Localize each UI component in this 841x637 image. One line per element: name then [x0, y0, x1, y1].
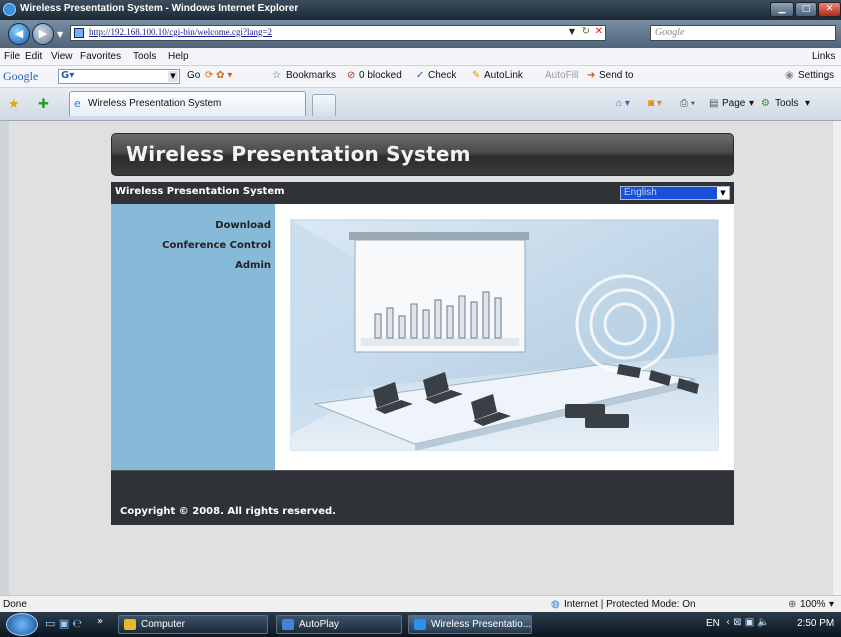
language-select[interactable]: English ▼: [620, 186, 730, 200]
history-dropdown-icon[interactable]: ▼: [57, 30, 63, 39]
bookmarks-button[interactable]: Bookmarks: [286, 70, 336, 81]
nav-admin[interactable]: Admin: [235, 260, 271, 271]
tab-active-label: Wireless Presentation System: [88, 98, 222, 109]
google-toolbar: Google G▾ ▼ Go ⟳ ✿ ▾ ☆ Bookmarks ⊘ 0 blo…: [0, 66, 841, 88]
settings-icon: ◉: [785, 70, 794, 81]
spellcheck-icon: ✓: [416, 70, 425, 81]
menu-help[interactable]: Help: [168, 51, 189, 62]
copyright-text: Copyright © 2008. All rights reserved.: [120, 506, 336, 517]
maximize-button[interactable]: □: [795, 2, 817, 17]
check-button[interactable]: Check: [428, 70, 456, 81]
menu-bar: File Edit View Favorites Tools Help Link…: [0, 48, 841, 66]
sidebar-nav: Download Conference Control Admin: [111, 204, 275, 470]
tab-ie-icon: e: [74, 97, 81, 110]
banner-title: Wireless Presentation System: [126, 142, 471, 166]
menu-tools[interactable]: Tools: [133, 51, 156, 62]
address-toolbar: ◀ ▶ ▼ http://192.168.100.10/cgi-bin/welc…: [0, 20, 841, 48]
search-placeholder: Google: [655, 27, 685, 38]
page-menu-arrow-icon[interactable]: ▾: [749, 98, 754, 109]
page-icon-small: ▤: [709, 98, 719, 109]
google-logo: Google: [3, 69, 39, 83]
print-icon[interactable]: ⎙ ▾: [680, 98, 695, 109]
page-header-bar: Wireless Presentation System English ▼: [111, 182, 734, 204]
address-dropdown-icon[interactable]: ▼: [569, 27, 575, 36]
menu-favorites[interactable]: Favorites: [80, 51, 121, 62]
autofill-button[interactable]: AutoFill: [545, 70, 578, 81]
window-title: Wireless Presentation System - Windows I…: [20, 3, 299, 14]
stop-icon[interactable]: ✕: [595, 26, 603, 37]
language-selected: English: [624, 187, 657, 198]
taskbar: ▭ ▣ ℮ » Computer AutoPlay Wireless Prese…: [0, 612, 841, 637]
add-favorite-icon[interactable]: ✚: [38, 96, 49, 112]
autolink-icon: ✎: [472, 70, 481, 81]
links-button[interactable]: Links: [812, 51, 835, 62]
menu-view[interactable]: View: [51, 51, 73, 62]
autolink-button[interactable]: AutoLink: [484, 70, 523, 81]
tools-menu[interactable]: Tools: [775, 98, 798, 109]
address-url-text: http://192.168.100.10/cgi-bin/welcome.cg…: [89, 27, 273, 37]
send-to-button[interactable]: Send to: [599, 70, 633, 81]
ie-logo-icon: [3, 3, 16, 16]
send-icon: ➜: [587, 70, 596, 81]
nav-download[interactable]: Download: [215, 220, 271, 231]
chevron-down-icon[interactable]: ▼: [717, 187, 729, 199]
close-window-button[interactable]: ✕: [818, 2, 841, 17]
forward-button[interactable]: ▶: [32, 23, 54, 45]
zoom-dropdown-icon[interactable]: ▾: [829, 599, 834, 610]
content-area: [275, 204, 734, 470]
start-button[interactable]: [6, 613, 38, 636]
settings-button[interactable]: Settings: [798, 70, 834, 81]
page-menu[interactable]: Page: [722, 98, 745, 109]
quick-launch-icons[interactable]: ▭ ▣ ℮: [45, 617, 82, 630]
taskbar-item-ie[interactable]: Wireless Presentatio...: [408, 615, 532, 634]
minimize-button[interactable]: ▁: [770, 2, 794, 17]
taskbar-item-autoplay[interactable]: AutoPlay: [276, 615, 402, 634]
quick-launch-overflow-icon[interactable]: »: [97, 616, 103, 627]
star-icon[interactable]: ☆: [272, 70, 281, 81]
google-extra-icons[interactable]: ⟳ ✿ ▾: [205, 70, 232, 81]
zoom-level[interactable]: 100%: [800, 599, 826, 610]
popup-blocker-icon: ⊘: [347, 70, 356, 81]
google-search-box[interactable]: G▾ ▼: [58, 69, 180, 84]
new-tab-button[interactable]: [312, 94, 336, 116]
nav-conference-control[interactable]: Conference Control: [162, 240, 271, 251]
menu-edit[interactable]: Edit: [25, 51, 42, 62]
search-icon[interactable]: ⌕: [822, 27, 828, 41]
address-input[interactable]: http://192.168.100.10/cgi-bin/welcome.cg…: [70, 25, 606, 41]
window-title-bar: Wireless Presentation System - Windows I…: [0, 0, 841, 20]
vertical-scrollbar[interactable]: [832, 121, 841, 595]
back-button[interactable]: ◀: [8, 23, 30, 45]
tools-gear-icon: ⚙: [761, 98, 770, 109]
zoom-icon: ⊕: [788, 599, 797, 610]
google-g-icon: G▾: [61, 70, 75, 81]
tab-bar: ★ ✚ e Wireless Presentation System ⌂ ▾ ◙…: [0, 88, 841, 121]
tab-active[interactable]: e Wireless Presentation System: [69, 91, 306, 116]
page-icon: [74, 28, 84, 38]
input-language[interactable]: EN: [706, 618, 720, 629]
tray-icons[interactable]: ‹ ⊠ ▣ 🔈: [726, 617, 770, 628]
favorites-star-icon[interactable]: ★: [8, 96, 20, 112]
status-bar: Done ◍ Internet | Protected Mode: On ⊕ 1…: [0, 595, 841, 612]
google-dropdown-icon[interactable]: ▼: [168, 71, 178, 82]
blocked-count[interactable]: 0 blocked: [359, 70, 402, 81]
status-text: Done: [3, 599, 27, 610]
header-title: Wireless Presentation System: [115, 186, 285, 197]
security-zone[interactable]: Internet | Protected Mode: On: [564, 599, 696, 610]
home-icon[interactable]: ⌂ ▾: [616, 98, 630, 109]
conference-room-illustration: [290, 219, 719, 451]
refresh-icon[interactable]: ↻: [582, 26, 590, 37]
page-banner: Wireless Presentation System: [111, 133, 734, 176]
search-input[interactable]: Google: [650, 25, 836, 41]
menu-file[interactable]: File: [4, 51, 20, 62]
clock[interactable]: 2:50 PM: [797, 618, 834, 629]
google-go-button[interactable]: Go: [187, 70, 200, 81]
taskbar-item-computer[interactable]: Computer: [118, 615, 268, 634]
feeds-icon[interactable]: ◙ ▾: [648, 98, 662, 109]
tools-menu-arrow-icon[interactable]: ▾: [805, 98, 810, 109]
globe-icon: ◍: [551, 599, 560, 610]
page-footer: Copyright © 2008. All rights reserved.: [111, 470, 734, 525]
